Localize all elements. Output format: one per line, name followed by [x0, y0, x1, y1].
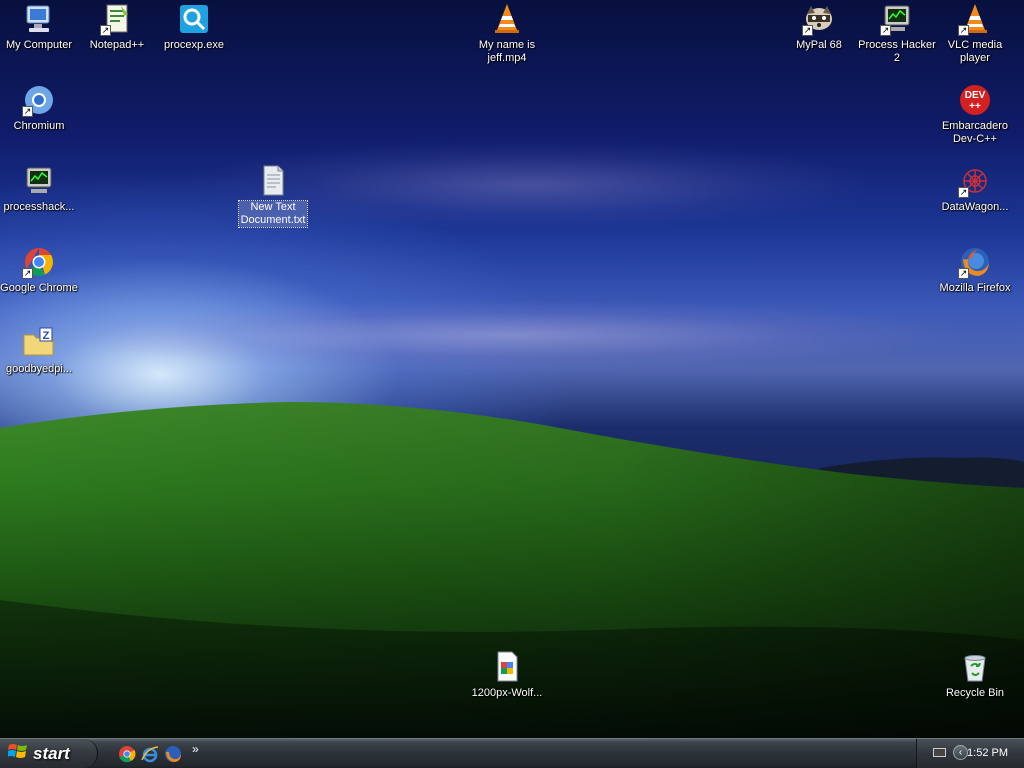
desktop-icon-firefox[interactable]: ↗ Mozilla Firefox	[936, 245, 1014, 295]
icon-label: processhack...	[3, 201, 75, 213]
desktop-icon-mypal[interactable]: ↗ MyPal 68	[780, 2, 858, 52]
keyboard-icon[interactable]	[933, 748, 946, 757]
procexp-icon	[177, 2, 211, 36]
icon-label: MyPal 68	[796, 39, 842, 51]
shortcut-arrow-icon: ↗	[958, 268, 969, 279]
desktop-icon-recycle-bin[interactable]: Recycle Bin	[936, 650, 1014, 700]
show-hidden-icons-icon[interactable]: ‹	[953, 745, 968, 760]
svg-text:++: ++	[969, 101, 981, 112]
icon-label: VLC media player	[947, 39, 1003, 64]
icon-label: New Text Document.txt	[237, 200, 309, 228]
shortcut-arrow-icon: ↗	[958, 187, 969, 198]
datawagon-icon: ↗	[958, 164, 992, 198]
icon-label: My Computer	[5, 39, 73, 51]
icon-label: Notepad++	[89, 39, 145, 51]
wallpaper-hills	[0, 402, 1024, 738]
taskbar: start » ‹ 1:52 PM	[0, 738, 1024, 768]
shortcut-arrow-icon: ↗	[100, 25, 111, 36]
desktop-icon-datawagon[interactable]: ↗ DataWagon...	[936, 164, 1014, 214]
quick-launch-chrome-icon[interactable]	[118, 745, 136, 763]
icon-label: Process Hacker 2	[858, 39, 936, 64]
image-file-icon	[490, 650, 524, 684]
windows-logo-icon	[7, 742, 28, 765]
clock[interactable]: 1:52 PM	[967, 747, 1008, 759]
process-hacker-icon	[22, 164, 56, 198]
desktop-icon-google-chrome[interactable]: ↗ Google Chrome	[0, 245, 78, 295]
icon-label: Google Chrome	[0, 282, 78, 294]
quick-launch-internet-explorer-icon[interactable]	[141, 745, 159, 763]
chromium-icon: ↗	[22, 83, 56, 117]
desktop-icon-my-name-is-jeff[interactable]: My name is jeff.mp4	[468, 2, 546, 65]
svg-text:Z: Z	[43, 330, 50, 342]
shortcut-arrow-icon: ↗	[22, 106, 33, 117]
desktop[interactable]: My Computer ↗ Notepad++ procexp.exe My n…	[0, 0, 1024, 738]
notepadpp-icon: ↗	[100, 2, 134, 36]
desktop-icon-new-text-doc[interactable]: New Text Document.txt	[234, 164, 312, 228]
desktop-icon-vlc[interactable]: ↗ VLC media player	[936, 2, 1014, 65]
desktop-icon-process-hacker-2[interactable]: ↗ Process Hacker 2	[858, 2, 936, 65]
process-hacker-icon: ↗	[880, 2, 914, 36]
vlc-cone-icon	[490, 2, 524, 36]
system-tray: ‹ 1:52 PM	[916, 739, 1024, 768]
icon-label: goodbyedpi...	[5, 363, 73, 375]
desktop-icon-notepadpp[interactable]: ↗ Notepad++	[78, 2, 156, 52]
icon-label: procexp.exe	[164, 39, 224, 51]
my-computer-icon	[22, 2, 56, 36]
svg-text:DEV: DEV	[965, 90, 986, 101]
desktop-icon-procexp[interactable]: procexp.exe	[155, 2, 233, 52]
quick-launch-overflow-button[interactable]: »	[192, 742, 199, 756]
icon-label: My name is jeff.mp4	[478, 39, 536, 64]
desktop-icon-embarcadero[interactable]: DEV ++ Embarcadero Dev-C++	[936, 83, 1014, 146]
desktop-icon-my-computer[interactable]: My Computer	[0, 2, 78, 52]
icon-label: Embarcadero Dev-C++	[941, 120, 1009, 145]
zip-folder-icon: Z	[22, 326, 56, 360]
quick-launch-firefox-icon[interactable]	[164, 745, 182, 763]
shortcut-arrow-icon: ↗	[958, 25, 969, 36]
recycle-bin-icon	[958, 650, 992, 684]
shortcut-arrow-icon: ↗	[802, 25, 813, 36]
text-document-icon	[256, 164, 290, 198]
shortcut-arrow-icon: ↗	[22, 268, 33, 279]
desktop-icon-wolf-image[interactable]: 1200px-Wolf...	[468, 650, 546, 700]
start-button[interactable]: start	[0, 739, 98, 768]
firefox-icon: ↗	[958, 245, 992, 279]
shortcut-arrow-icon: ↗	[880, 25, 891, 36]
mypal-raccoon-icon: ↗	[802, 2, 836, 36]
vlc-cone-icon: ↗	[958, 2, 992, 36]
icon-label: Recycle Bin	[945, 687, 1005, 699]
start-label: start	[33, 743, 70, 763]
icon-label: DataWagon...	[941, 201, 1009, 213]
icon-label: Mozilla Firefox	[939, 282, 1011, 294]
chrome-icon: ↗	[22, 245, 56, 279]
icon-label: 1200px-Wolf...	[471, 687, 543, 699]
desktop-icon-chromium[interactable]: ↗ Chromium	[0, 83, 78, 133]
devcpp-icon: DEV ++	[958, 83, 992, 117]
icon-label: Chromium	[13, 120, 65, 132]
desktop-icon-processhacker[interactable]: processhack...	[0, 164, 78, 214]
desktop-icon-goodbyedpi[interactable]: Z goodbyedpi...	[0, 326, 78, 376]
